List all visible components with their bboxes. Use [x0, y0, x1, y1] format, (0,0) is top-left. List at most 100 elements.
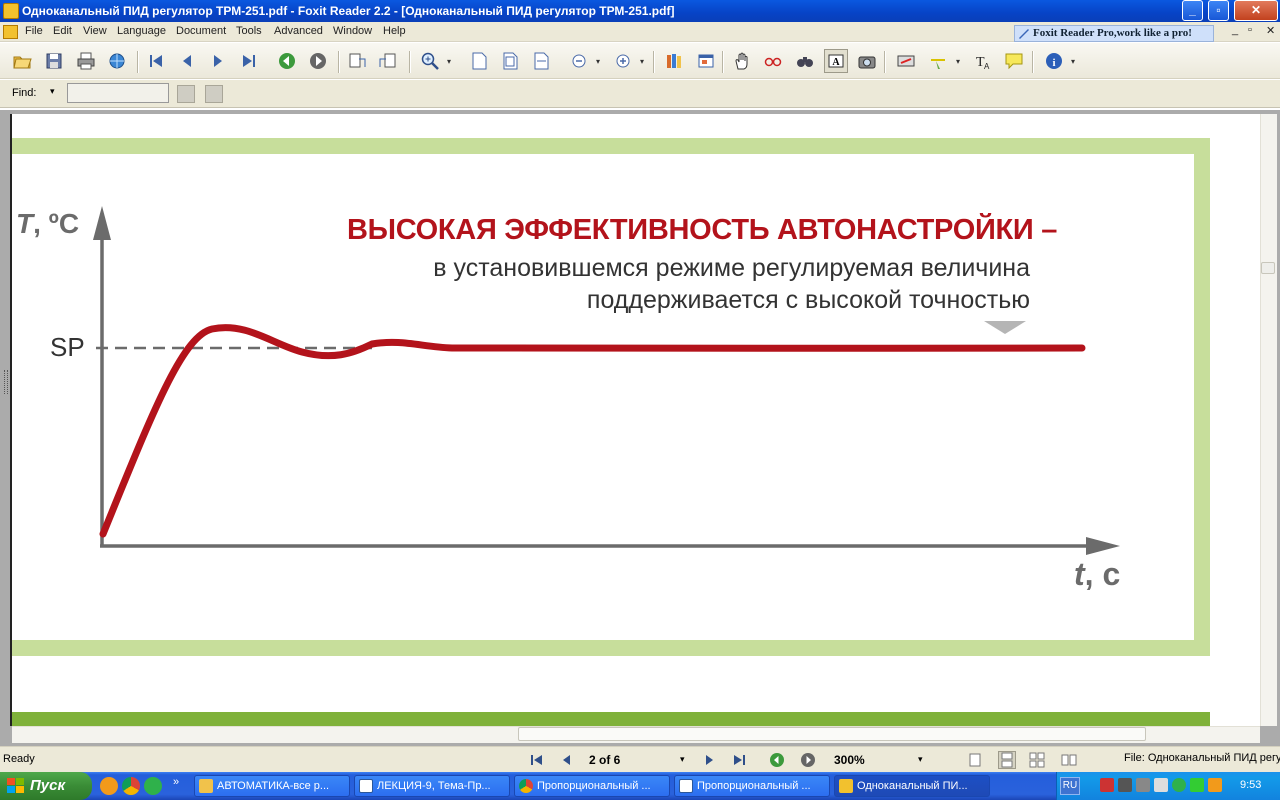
typewriter-button[interactable] — [894, 49, 918, 73]
bookmarks-button[interactable] — [662, 49, 686, 73]
horizontal-scroll-thumb[interactable] — [518, 727, 1146, 741]
first-page-button[interactable] — [144, 49, 168, 73]
taskbar-item-foxit[interactable]: Одноканальный ПИ... — [834, 775, 990, 797]
taskbar-item-folder[interactable]: АВТОМАТИКА-все р... — [194, 775, 350, 797]
zoom-in-circle-button[interactable] — [611, 49, 635, 73]
zoom-level-box[interactable]: 300% — [830, 751, 930, 769]
start-button[interactable]: Пуск — [0, 772, 92, 800]
find-next-button[interactable] — [205, 85, 223, 103]
network-warning-icon[interactable] — [1100, 778, 1114, 792]
menu-edit[interactable]: Edit — [53, 25, 72, 37]
snapshot-button[interactable] — [855, 49, 879, 73]
printer-icon — [77, 52, 95, 70]
find-previous-button[interactable] — [177, 85, 195, 103]
page-number-box[interactable]: 2 of 6 — [586, 751, 692, 769]
avast-icon[interactable] — [100, 777, 118, 795]
chrome-launch-icon[interactable] — [122, 777, 140, 795]
find-options-dropdown[interactable]: ▾ — [50, 86, 55, 97]
note-button[interactable] — [1002, 49, 1026, 73]
rotate-right-button[interactable] — [376, 49, 400, 73]
select-text-tool-button[interactable]: A — [824, 49, 848, 73]
promo-banner[interactable]: Foxit Reader Pro,work like a pro! — [1014, 25, 1214, 42]
last-page-button[interactable] — [237, 49, 261, 73]
highlight-button[interactable] — [926, 49, 950, 73]
maximize-button[interactable]: ▫ — [1208, 0, 1229, 21]
tray-status-icon[interactable] — [1190, 778, 1204, 792]
zoom-in-dropdown[interactable]: ▾ — [640, 57, 647, 66]
page-dropdown[interactable]: ▾ — [680, 754, 685, 765]
next-page-button[interactable] — [206, 49, 230, 73]
quicklaunch-more-icon[interactable]: » — [173, 776, 179, 788]
menu-tools[interactable]: Tools — [236, 25, 262, 37]
zoom-dropdown[interactable]: ▾ — [447, 57, 454, 66]
select-text-button[interactable] — [761, 49, 785, 73]
highlight-dropdown[interactable]: ▾ — [956, 57, 963, 66]
menu-view[interactable]: View — [83, 25, 107, 37]
taskbar-item-word-1[interactable]: ЛЕКЦИЯ-9, Тема-Пр... — [354, 775, 510, 797]
doc-close-button[interactable]: ✕ — [1266, 24, 1275, 37]
menu-window[interactable]: Window — [333, 25, 372, 37]
next-page-icon — [214, 55, 222, 67]
icq-tray-icon[interactable] — [1172, 778, 1186, 792]
close-button[interactable]: ✕ — [1234, 0, 1278, 21]
fit-page-button[interactable] — [498, 49, 522, 73]
doc-restore-button[interactable]: ▫ — [1248, 24, 1252, 36]
continuous-facing-view-button[interactable] — [1060, 751, 1078, 769]
previous-page-button[interactable] — [175, 49, 199, 73]
hand-tool-button[interactable] — [730, 49, 754, 73]
info-dropdown[interactable]: ▾ — [1071, 57, 1078, 66]
email-button[interactable] — [105, 49, 129, 73]
find-input[interactable] — [67, 83, 169, 103]
info-button[interactable]: i — [1042, 49, 1066, 73]
zoom-in-button[interactable] — [418, 49, 442, 73]
zoom-out-circle-button[interactable] — [567, 49, 591, 73]
toolbar-separator — [137, 51, 139, 73]
forward-button[interactable] — [306, 49, 330, 73]
menu-help[interactable]: Help — [383, 25, 406, 37]
thumbnails-button[interactable] — [694, 49, 718, 73]
page-fit-icon — [503, 52, 518, 70]
page-number-text: 2 of 6 — [589, 753, 621, 767]
nav-forward-button[interactable] — [799, 751, 817, 769]
back-button[interactable] — [275, 49, 299, 73]
zoom-level-dropdown[interactable]: ▾ — [918, 754, 923, 765]
menu-document[interactable]: Document — [176, 25, 226, 37]
continuous-view-button[interactable] — [998, 751, 1016, 769]
save-button[interactable] — [42, 49, 66, 73]
subtitle-line-2: поддерживается с высокой точностью — [586, 286, 1030, 314]
minimize-button[interactable]: _ — [1182, 0, 1203, 21]
camera-icon — [858, 56, 876, 69]
single-page-view-button[interactable] — [966, 751, 984, 769]
nav-last-page-button[interactable] — [730, 751, 748, 769]
avast-tray-icon[interactable] — [1208, 778, 1222, 792]
panel-splitter[interactable] — [4, 370, 8, 394]
fit-width-button[interactable] — [529, 49, 553, 73]
taskbar-item-chrome[interactable]: Пропорциональный ... — [514, 775, 670, 797]
rotate-left-button[interactable] — [345, 49, 369, 73]
volume-icon[interactable] — [1154, 778, 1168, 792]
print-button[interactable] — [74, 49, 98, 73]
menu-file[interactable]: File — [25, 25, 43, 37]
icq-icon[interactable] — [144, 777, 162, 795]
find-button[interactable] — [793, 49, 817, 73]
tray-app-icon[interactable] — [1118, 778, 1132, 792]
actual-size-button[interactable] — [467, 49, 491, 73]
nav-back-button[interactable] — [768, 751, 786, 769]
text-tool-button[interactable]: TA — [971, 49, 995, 73]
tray-app-icon-2[interactable] — [1136, 778, 1150, 792]
zoom-out-dropdown[interactable]: ▾ — [596, 57, 603, 66]
find-label: Find: — [12, 87, 37, 99]
doc-minimize-button[interactable]: _ — [1232, 24, 1238, 36]
open-file-button[interactable] — [10, 49, 34, 73]
continuous-page-icon — [1001, 752, 1013, 768]
nav-next-page-button[interactable] — [700, 751, 718, 769]
menu-language[interactable]: Language — [117, 25, 166, 37]
nav-first-page-button[interactable] — [528, 751, 546, 769]
menu-advanced[interactable]: Advanced — [274, 25, 323, 37]
vertical-scrollbar[interactable] — [1260, 114, 1277, 726]
taskbar-item-word-2[interactable]: Пропорциональный ... — [674, 775, 830, 797]
nav-previous-page-button[interactable] — [558, 751, 576, 769]
vertical-scroll-thumb[interactable] — [1261, 262, 1275, 274]
language-indicator[interactable]: RU — [1060, 777, 1080, 795]
facing-view-button[interactable] — [1028, 751, 1046, 769]
